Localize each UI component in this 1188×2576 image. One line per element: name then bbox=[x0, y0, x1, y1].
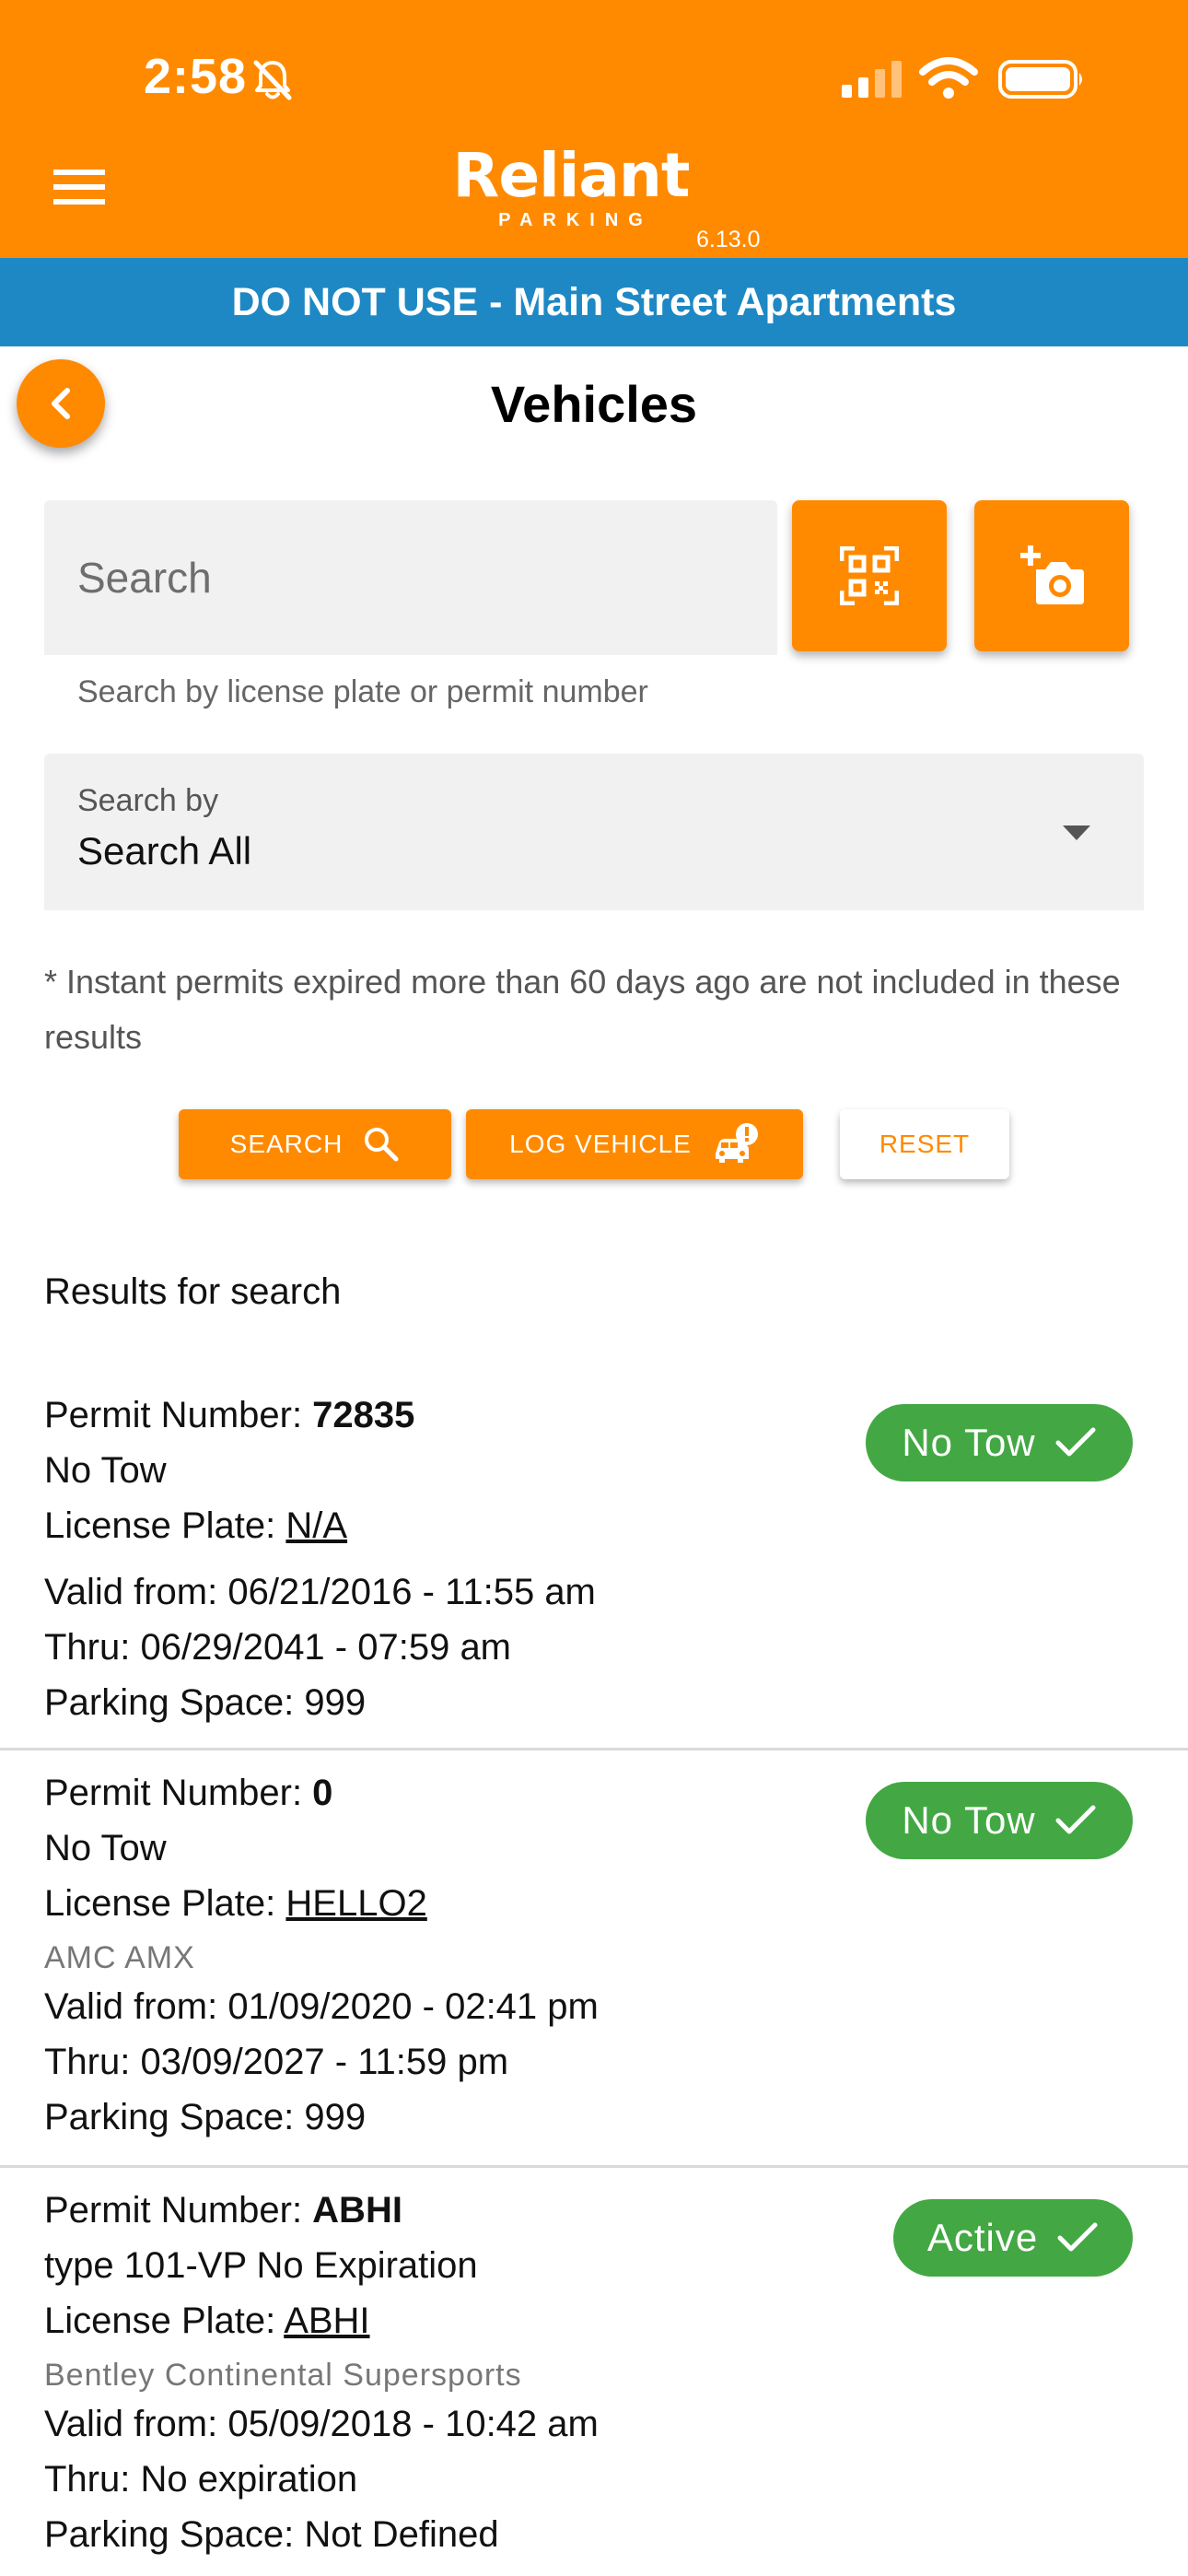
reset-button[interactable]: RESET bbox=[840, 1109, 1009, 1179]
permit-number: ABHI bbox=[312, 2190, 402, 2231]
thru-line: Thru: 06/29/2041 - 07:59 am bbox=[44, 1627, 512, 1668]
search-by-value: Search All bbox=[77, 829, 252, 872]
search-icon bbox=[365, 1128, 399, 1162]
page-title: Vehicles bbox=[490, 375, 698, 433]
parking-space-line: Parking Space: Not Defined bbox=[44, 2514, 499, 2555]
bell-muted-icon bbox=[253, 60, 292, 100]
thru-value: No expiration bbox=[140, 2459, 358, 2500]
status-badge: No Tow bbox=[866, 1404, 1133, 1481]
scan-qr-button[interactable] bbox=[792, 500, 947, 651]
thru-line: Thru: No expiration bbox=[44, 2459, 358, 2500]
permit-number-line: Permit Number: ABHI bbox=[44, 2190, 402, 2231]
checkmark-icon bbox=[1055, 1805, 1096, 1834]
search-by-label: Search by bbox=[77, 783, 219, 818]
parking-space-value: 999 bbox=[304, 1682, 367, 1723]
logo-wordmark: Reliant bbox=[452, 140, 691, 211]
permit-number: 72835 bbox=[312, 1395, 415, 1435]
parking-space-value: Not Defined bbox=[304, 2514, 499, 2555]
search-button-label: SEARCH bbox=[229, 1130, 344, 1158]
license-plate-link[interactable]: ABHI bbox=[284, 2301, 369, 2341]
vehicle-make-model: AMC AMX bbox=[44, 1940, 195, 1975]
parking-space-line: Parking Space: 999 bbox=[44, 2097, 367, 2137]
license-plate-line: License Plate: ABHI bbox=[44, 2301, 370, 2341]
reliant-parking-logo: Reliant PARKING bbox=[442, 146, 700, 231]
cellular-signal-icon bbox=[842, 61, 902, 98]
qr-scan-icon bbox=[840, 546, 899, 605]
status-badge: Active bbox=[893, 2199, 1133, 2277]
permit-card[interactable]: Permit Number: ABHI type 101-VP No Expir… bbox=[0, 2168, 1188, 2576]
status-badge: No Tow bbox=[866, 1782, 1133, 1859]
search-by-select[interactable]: Search by Search All bbox=[44, 754, 1144, 910]
status-time: 2:58 bbox=[144, 49, 248, 104]
checkmark-icon bbox=[1055, 1427, 1096, 1457]
search-input[interactable] bbox=[44, 500, 777, 655]
battery-icon bbox=[998, 60, 1082, 99]
permit-card[interactable]: Permit Number: 0 No Tow License Plate: H… bbox=[0, 1751, 1188, 2168]
thru-value: 06/29/2041 - 07:59 am bbox=[140, 1627, 512, 1668]
permit-number: 0 bbox=[312, 1773, 333, 1813]
valid-from-line: Valid from: 06/21/2016 - 11:55 am bbox=[44, 1572, 596, 1612]
results-title: Results for search bbox=[44, 1271, 342, 1312]
logo-subtitle: PARKING bbox=[498, 210, 653, 230]
thru-line: Thru: 03/09/2027 - 11:59 pm bbox=[44, 2042, 509, 2082]
valid-from-value: 06/21/2016 - 11:55 am bbox=[227, 1572, 596, 1612]
parking-space-value: 999 bbox=[304, 2097, 367, 2137]
license-plate-line: License Plate: HELLO2 bbox=[44, 1883, 427, 1924]
car-alert-icon bbox=[715, 1123, 758, 1163]
add-camera-icon bbox=[1020, 545, 1084, 604]
app-header: 2:58 Reliant PARKING 6.13.0 bbox=[0, 0, 1188, 258]
hamburger-menu-icon[interactable] bbox=[53, 168, 105, 206]
valid-from-value: 01/09/2020 - 02:41 pm bbox=[227, 1986, 599, 2027]
app-screen: 2:58 Reliant PARKING 6.13.0 DO NOT USE -… bbox=[0, 0, 1188, 2576]
valid-from-line: Valid from: 01/09/2020 - 02:41 pm bbox=[44, 1986, 599, 2027]
vehicle-make-model: Bentley Continental Supersports bbox=[44, 2358, 522, 2393]
permit-number-line: Permit Number: 72835 bbox=[44, 1395, 415, 1435]
search-helper-text: Search by license plate or permit number bbox=[77, 674, 648, 709]
license-plate-link[interactable]: HELLO2 bbox=[285, 1883, 426, 1924]
search-button[interactable]: SEARCH bbox=[179, 1109, 451, 1179]
add-photo-button[interactable] bbox=[974, 500, 1129, 651]
permit-type: No Tow bbox=[44, 1450, 167, 1491]
wifi-icon bbox=[919, 57, 978, 99]
permit-type: type 101-VP No Expiration bbox=[44, 2245, 478, 2286]
permit-number-line: Permit Number: 0 bbox=[44, 1773, 333, 1813]
thru-value: 03/09/2027 - 11:59 pm bbox=[140, 2042, 509, 2082]
valid-from-value: 05/09/2018 - 10:42 am bbox=[227, 2404, 599, 2444]
log-vehicle-button-label: LOG VEHICLE bbox=[509, 1130, 692, 1158]
license-plate-link[interactable]: N/A bbox=[285, 1505, 347, 1546]
caret-down-icon bbox=[1063, 825, 1090, 840]
permit-card[interactable]: Permit Number: 72835 No Tow License Plat… bbox=[0, 1364, 1188, 1751]
checkmark-icon bbox=[1057, 2222, 1098, 2252]
license-plate-line: License Plate: N/A bbox=[44, 1505, 348, 1546]
log-vehicle-button[interactable]: LOG VEHICLE bbox=[466, 1109, 803, 1179]
app-version: 6.13.0 bbox=[696, 227, 761, 252]
permit-type: No Tow bbox=[44, 1828, 167, 1868]
instant-permits-note: * Instant permits expired more than 60 d… bbox=[44, 963, 1121, 1056]
valid-from-line: Valid from: 05/09/2018 - 10:42 am bbox=[44, 2404, 599, 2444]
parking-space-line: Parking Space: 999 bbox=[44, 1682, 367, 1723]
property-banner: DO NOT USE - Main Street Apartments bbox=[0, 258, 1188, 346]
